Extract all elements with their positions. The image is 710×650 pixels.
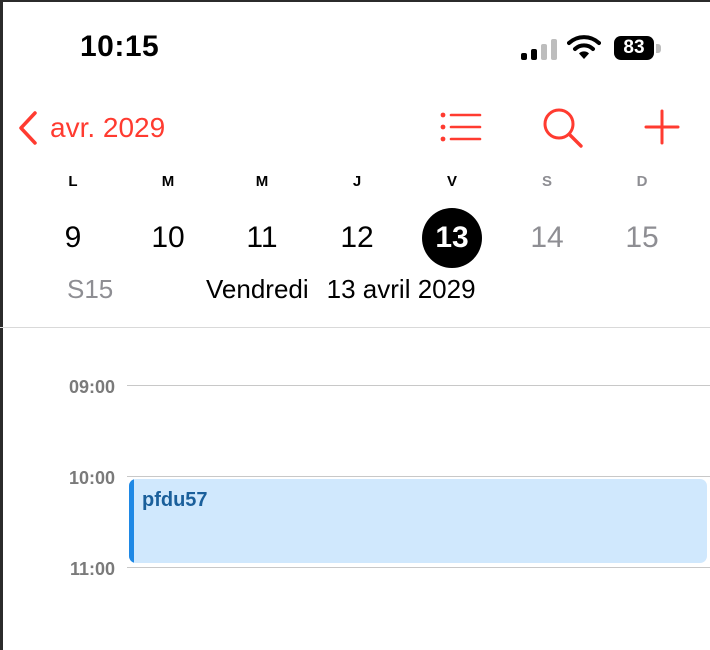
battery-cap <box>656 44 661 53</box>
hour-label-10: 10:00 <box>68 468 115 488</box>
day-button-9[interactable]: 9 <box>43 208 103 268</box>
back-label: avr. 2029 <box>50 112 166 143</box>
weekday-label-sun: D <box>636 173 648 190</box>
window-frame-top <box>0 0 710 2</box>
plus-icon[interactable] <box>640 104 686 150</box>
day-button-13-selected[interactable]: 13 <box>422 208 482 268</box>
hour-label-11: 11:00 <box>69 559 115 579</box>
chevron-left-icon <box>19 111 37 145</box>
weekday-label-wed: M <box>255 173 269 190</box>
search-icon[interactable] <box>540 104 586 150</box>
event-color-bar <box>129 479 134 563</box>
signal-icon <box>521 38 557 60</box>
event-title: pfdu57 <box>142 489 208 511</box>
back-button[interactable]: avr. 2029 <box>16 108 165 148</box>
day-button-12[interactable]: 12 <box>327 208 387 268</box>
header-divider <box>0 327 710 328</box>
day-button-14[interactable]: 14 <box>517 208 577 268</box>
day-button-15[interactable]: 15 <box>612 208 672 268</box>
selected-weekday: Vendredi <box>206 274 309 304</box>
week-number: S15 <box>67 274 114 304</box>
weekday-label-thu: J <box>352 173 362 190</box>
weekday-label-sat: S <box>541 173 552 190</box>
hour-line-10 <box>127 476 710 477</box>
window-frame-left <box>0 0 3 650</box>
selected-date: 13 avril 2029 <box>326 274 476 304</box>
hour-label-09: 09:00 <box>68 377 115 397</box>
list-icon[interactable] <box>438 104 484 150</box>
weekday-label-fri: V <box>446 173 457 190</box>
weekday-label-tue: M <box>161 173 175 190</box>
day-button-11[interactable]: 11 <box>232 208 292 268</box>
status-time: 10:15 <box>80 30 160 63</box>
hour-line-11 <box>127 567 710 568</box>
day-button-10[interactable]: 10 <box>138 208 198 268</box>
selected-date-title: Vendredi 13 avril 2029 <box>206 274 476 305</box>
calendar-event[interactable]: pfdu57 <box>129 479 707 563</box>
hour-line-09 <box>127 385 710 386</box>
weekday-label-mon: L <box>68 173 78 190</box>
wifi-icon <box>567 35 601 59</box>
battery-icon: 83 <box>614 36 654 60</box>
